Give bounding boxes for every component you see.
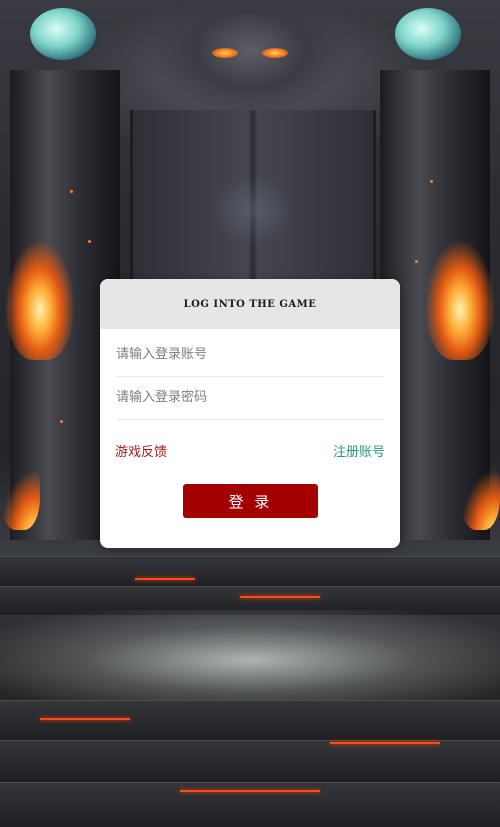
login-card: LOG INTO THE GAME 游戏反馈 注册账号 登 录 (100, 279, 400, 548)
ember (415, 260, 418, 263)
stair-step (0, 740, 500, 783)
account-field (116, 332, 384, 377)
lava-crack (180, 790, 320, 792)
ember (88, 240, 91, 243)
stair-step (0, 782, 500, 827)
ember (430, 180, 433, 183)
ember (70, 190, 73, 193)
login-title: LOG INTO THE GAME (183, 298, 317, 310)
left-lower-fire (0, 450, 40, 530)
left-fire (5, 220, 75, 360)
right-fire (425, 220, 495, 360)
stair-step (0, 556, 500, 587)
login-button[interactable]: 登 录 (183, 484, 318, 518)
password-input[interactable] (116, 375, 384, 419)
right-orb (395, 8, 461, 60)
register-link[interactable]: 注册账号 (333, 441, 385, 460)
left-orb (30, 8, 96, 60)
login-card-header: LOG INTO THE GAME (100, 279, 400, 329)
ember (60, 420, 63, 423)
account-input[interactable] (116, 332, 384, 376)
stair-step (0, 700, 500, 741)
right-lower-fire (460, 450, 500, 530)
demon-head-carving (150, 0, 350, 130)
password-field (116, 375, 384, 420)
lava-crack (330, 742, 440, 744)
demon-right-eye (262, 48, 288, 58)
lava-crack (40, 718, 130, 720)
demon-left-eye (212, 48, 238, 58)
lava-crack (135, 578, 195, 580)
feedback-link[interactable]: 游戏反馈 (115, 441, 167, 460)
lava-crack (240, 596, 320, 598)
